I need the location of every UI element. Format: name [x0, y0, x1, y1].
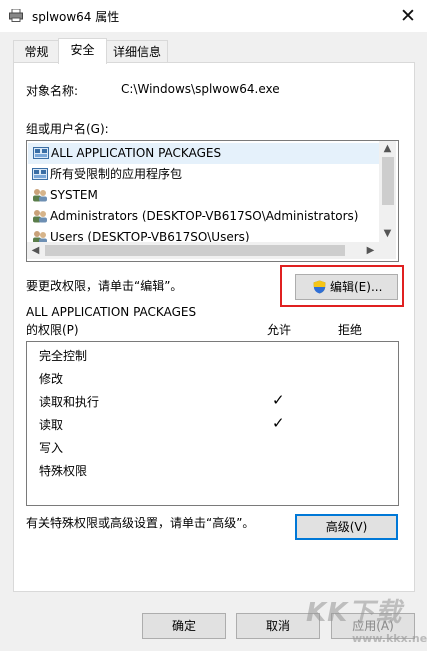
permission-row: 修改	[39, 372, 64, 386]
app-package-icon	[32, 168, 48, 180]
tab-general[interactable]: 常规	[13, 40, 60, 63]
edit-button-label: 编辑(E)...	[330, 280, 383, 294]
permission-row: 读取和执行	[39, 395, 100, 409]
watermark-logo: KK下载	[306, 598, 403, 628]
groups-list[interactable]: ALL APPLICATION PACKAGES 所有受限制的应用程序包 SYS…	[26, 140, 399, 262]
tab-security[interactable]: 安全	[58, 38, 107, 64]
list-item-label: ALL APPLICATION PACKAGES	[51, 146, 222, 160]
scroll-down-icon[interactable]: ▼	[379, 226, 396, 242]
list-item-label: SYSTEM	[50, 188, 98, 202]
app-package-icon	[33, 147, 49, 159]
allow-header: 允许	[267, 323, 292, 337]
permissions-label: 的权限(P)	[26, 323, 79, 337]
title-bar: splwow64 属性 ✕	[0, 0, 427, 32]
tab-details[interactable]: 详细信息	[106, 40, 168, 63]
deny-header: 拒绝	[338, 323, 363, 337]
scrollbar-corner	[379, 242, 396, 259]
allow-check-icon: ✓	[272, 414, 285, 432]
permissions-for-label: ALL APPLICATION PACKAGES	[26, 305, 197, 319]
watermark-url: www.kkx.net	[352, 632, 427, 645]
permission-row: 完全控制	[39, 349, 88, 363]
object-name-label: 对象名称:	[26, 84, 79, 98]
advanced-button[interactable]: 高级(V)	[295, 514, 398, 540]
edit-hint: 要更改权限，请单击“编辑”。	[26, 279, 183, 293]
permission-row: 特殊权限	[39, 464, 88, 478]
ok-button[interactable]: 确定	[142, 613, 226, 639]
close-icon[interactable]: ✕	[395, 3, 421, 29]
vertical-scroll-thumb[interactable]	[382, 157, 394, 205]
permissions-list: 完全控制 修改 读取和执行 读取 写入 特殊权限 ✓ ✓	[26, 341, 399, 506]
scroll-right-icon[interactable]: ▶	[362, 243, 379, 259]
object-name-value: C:\Windows\splwow64.exe	[121, 82, 280, 96]
scroll-up-icon[interactable]: ▲	[379, 141, 396, 157]
list-item-label: Administrators (DESKTOP-VB617SO\Administ…	[50, 209, 359, 223]
window-title: splwow64 属性	[32, 10, 120, 24]
groups-label: 组或用户名(G):	[26, 122, 109, 136]
edit-button[interactable]: 编辑(E)...	[295, 274, 398, 300]
list-item-label: 所有受限制的应用程序包	[50, 167, 183, 181]
users-group-icon	[33, 210, 47, 223]
scroll-left-icon[interactable]: ◀	[27, 243, 44, 259]
horizontal-scroll-thumb[interactable]	[45, 245, 345, 256]
list-item[interactable]: ALL APPLICATION PACKAGES	[28, 143, 379, 164]
uac-shield-icon	[313, 280, 326, 294]
allow-check-icon: ✓	[272, 391, 285, 409]
printer-icon	[9, 9, 23, 22]
permission-row: 读取	[39, 418, 64, 432]
advanced-hint: 有关特殊权限或高级设置，请单击“高级”。	[26, 516, 255, 530]
users-group-icon	[33, 189, 47, 202]
permission-row: 写入	[39, 441, 64, 455]
